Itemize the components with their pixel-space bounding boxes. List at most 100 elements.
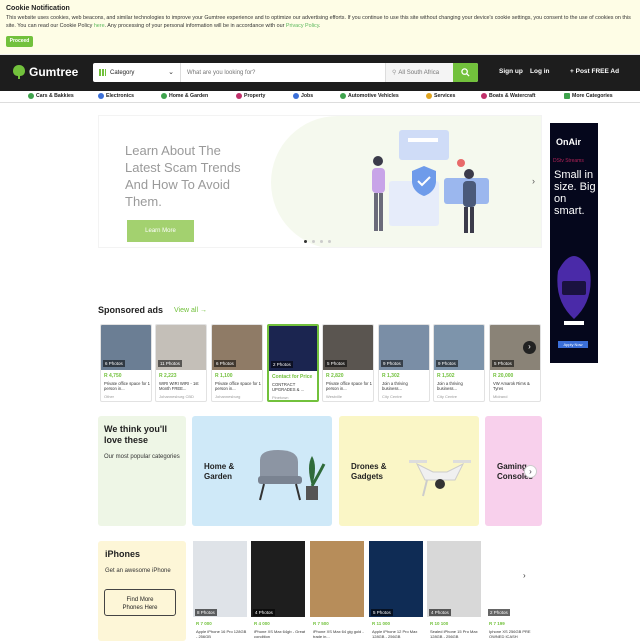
sponsored-ad-card[interactable]: 11 Photos R 2,223 WIRI WIRI WIRI - 1st Mon…: [155, 324, 207, 402]
ad-price: R 2,223: [159, 373, 177, 379]
sponsored-ad-card[interactable]: 2 Photos Contact for Price CONTRACT UPGRAD…: [267, 324, 319, 402]
category-select[interactable]: Category ⌄: [93, 63, 181, 82]
product-image: [310, 541, 364, 617]
search-button[interactable]: [453, 63, 478, 82]
category-automotive[interactable]: Automotive Vehicles: [340, 93, 399, 99]
photo-count: 5 Photos: [492, 360, 514, 367]
sponsored-ad-card[interactable]: 9 Photos R 1,302 Join a thriving business.…: [378, 324, 430, 402]
vehicle-icon: [340, 93, 346, 99]
category-more[interactable]: More Categories: [564, 93, 613, 99]
login-link[interactable]: Log in: [530, 68, 550, 75]
tile-home-garden[interactable]: Home & Garden: [192, 416, 332, 526]
category-services[interactable]: Services: [426, 93, 455, 99]
ad-brand: OnAir: [556, 137, 582, 147]
ad-tag: DStv Streams: [553, 158, 584, 164]
photo-count: 2 Photos: [488, 609, 510, 616]
category-electronics[interactable]: Electronics: [98, 93, 134, 99]
product-image: [486, 541, 540, 617]
sponsored-ad-card[interactable]: 6 Photos R 4,750 Private office space for …: [100, 324, 152, 402]
site-header: Gumtree Category ⌄ What are you looking …: [0, 55, 640, 91]
gumtree-logo[interactable]: Gumtree: [12, 64, 78, 80]
cookie-text: This website uses cookies, web beacons, …: [6, 14, 634, 30]
product-price: R 7 000: [196, 621, 212, 626]
location-select[interactable]: ⚲ All South Africa: [385, 63, 453, 82]
photo-count: 11 Photos: [158, 360, 182, 367]
iphones-next-icon[interactable]: ›: [523, 571, 526, 580]
iphone-product-card[interactable]: 4 Photos R 4 000 iPhone XS Max 64gb - Grea…: [251, 541, 305, 641]
ad-price: R 2,820: [326, 373, 344, 379]
ad-location: Johannesburg CBD: [159, 394, 194, 399]
learn-more-button[interactable]: Learn More: [127, 220, 194, 242]
category-label: Boats & Watercraft: [489, 93, 536, 99]
carousel-dot[interactable]: [320, 240, 323, 243]
product-price: R 10 100: [430, 621, 449, 626]
find-more-button[interactable]: Find More Phones Here: [104, 589, 176, 616]
popular-subtitle: Our most popular categories: [104, 454, 180, 460]
sponsored-ad-card[interactable]: 6 Photos R 1,100 Private office space for …: [211, 324, 263, 402]
category-boats[interactable]: Boats & Watercraft: [481, 93, 536, 99]
product-price: R 7 199: [489, 621, 505, 626]
sponsored-ads-carousel: 6 Photos R 4,750 Private office space for …: [100, 324, 544, 404]
ad-location: Westville: [326, 394, 342, 399]
tile-drones-gadgets[interactable]: Drones & Gadgets: [339, 416, 479, 526]
popular-intro-tile: We think you'll love these Our most popu…: [98, 416, 186, 526]
carousel-dot[interactable]: [312, 240, 315, 243]
proceed-button[interactable]: Proceed: [6, 36, 33, 47]
ad-title: Join a thriving business...: [382, 381, 408, 391]
category-home-garden[interactable]: Home & Garden: [161, 93, 208, 99]
arrow-right-icon: →: [199, 307, 207, 314]
ad-title: VW Amarok Rims & Tyres: [493, 381, 530, 391]
ad-price: R 4,750: [104, 373, 122, 379]
search-input[interactable]: What are you looking for?: [181, 63, 385, 82]
product-image: [369, 541, 423, 617]
sponsored-ad-card[interactable]: 5 Photos R 20,000 VW Amarok Rims & Tyres Mi…: [489, 324, 541, 402]
product-price: R 4 000: [254, 621, 270, 626]
location-label: All South Africa: [398, 69, 440, 76]
carousel-dot-active[interactable]: [304, 240, 307, 243]
category-cars-bakkies[interactable]: Cars & Bakkies: [28, 93, 74, 99]
view-all-link[interactable]: View all →: [174, 307, 207, 314]
armchair-illustration: [258, 450, 326, 501]
home-icon: [161, 93, 167, 99]
apply-now-button[interactable]: Apply Now: [558, 341, 588, 348]
location-pin-icon: ⚲: [392, 70, 397, 76]
iphone-product-card[interactable]: 4 Photos R 10 100 Sealed iPhone 15 Pro Max…: [427, 541, 481, 641]
category-jobs[interactable]: Jobs: [293, 93, 313, 99]
ad-location: City Centre: [382, 394, 403, 399]
hero-banner[interactable]: Learn About The Latest Scam Trends And H…: [98, 115, 542, 248]
iphone-product-card[interactable]: R 7 500 iPhone XS Max 64 gig gold - trade…: [310, 541, 364, 641]
carousel-next-icon[interactable]: ›: [523, 341, 536, 354]
product-price: R 7 500: [313, 621, 329, 626]
cookie-policy-link[interactable]: here: [94, 23, 105, 29]
signup-link[interactable]: Sign up: [499, 68, 523, 75]
category-property[interactable]: Property: [236, 93, 265, 99]
category-label: Cars & Bakkies: [36, 93, 74, 99]
photo-count: 2 Photos: [271, 361, 293, 368]
photo-count: 6 Photos: [214, 360, 236, 367]
ad-price: R 20,000: [493, 373, 514, 379]
carousel-dot[interactable]: [328, 240, 331, 243]
iphone-product-card[interactable]: 2 Photos R 7 199 Iphone XS 256GB PRE OWNED…: [486, 541, 540, 641]
ad-text: Small in size. Big on smart.: [554, 169, 596, 217]
sponsored-ads-heading: Sponsored ads: [98, 305, 164, 315]
category-label: Home & Garden: [169, 93, 209, 99]
privacy-policy-link[interactable]: Privacy Policy: [286, 23, 319, 29]
scam-illustration: [372, 130, 489, 233]
side-advert[interactable]: OnAir DStv Streams Small in size. Big on…: [550, 123, 598, 363]
ad-location: Johannesburg: [215, 394, 241, 399]
ad-title: Join a thriving business...: [437, 381, 463, 391]
iphone-product-card[interactable]: 8 Photos R 7 000 Apple iPhone 16 Pro 128GB…: [193, 541, 247, 641]
hero-next-arrow-icon[interactable]: ›: [532, 176, 535, 186]
boat-icon: [481, 93, 487, 99]
iphone-product-card[interactable]: 5 Photos R 11 000 Apple iPhone 12 Pro Max …: [369, 541, 423, 641]
sponsored-ad-card[interactable]: 5 Photos R 2,820 Private office space for …: [322, 324, 374, 402]
brand-name: Gumtree: [29, 65, 79, 79]
category-label: Services: [434, 93, 456, 99]
cookie-text-part: . Any processing of your personal inform…: [104, 23, 286, 29]
photo-count: 5 Photos: [371, 609, 393, 616]
post-ad-button[interactable]: + Post FREE Ad: [570, 68, 619, 75]
tiles-next-icon[interactable]: ›: [524, 465, 537, 478]
category-label: Automotive Vehicles: [348, 93, 399, 99]
sponsored-ad-card[interactable]: 9 Photos R 1,502 Join a thriving business.…: [433, 324, 485, 402]
chevron-down-icon: ⌄: [168, 69, 174, 76]
